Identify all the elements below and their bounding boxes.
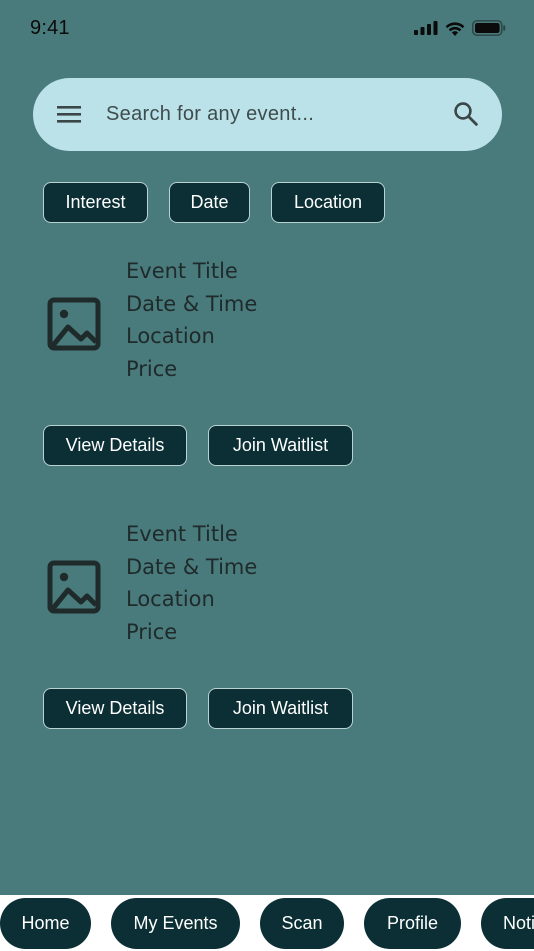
- nav-profile[interactable]: Profile: [364, 898, 461, 949]
- search-bar: [33, 78, 502, 151]
- event-price: Price: [126, 357, 178, 382]
- app-screen: 9:41 Search for any event... Interest Da…: [0, 0, 534, 951]
- event-price: Price: [126, 620, 178, 645]
- event-location: Location: [126, 324, 215, 349]
- image-icon: [47, 560, 101, 614]
- filter-date-button[interactable]: Date: [169, 182, 250, 223]
- join-waitlist-label: Join Waitlist: [232, 698, 329, 718]
- view-details-label: View Details: [65, 698, 165, 718]
- image-icon: [47, 297, 101, 351]
- nav-label: Scan: [281, 913, 323, 933]
- event-info: Event Title Date & Time Location Price: [126, 255, 257, 386]
- event-title: Event Title: [126, 259, 238, 283]
- nav-scan[interactable]: Scan: [260, 898, 344, 949]
- nav-label: Notifications: [503, 913, 534, 933]
- battery-icon: [472, 20, 506, 36]
- menu-icon[interactable]: [56, 103, 82, 125]
- nav-label: Home: [21, 913, 70, 933]
- view-details-button[interactable]: View Details: [43, 688, 187, 729]
- filter-interest-button[interactable]: Interest: [43, 182, 148, 223]
- join-waitlist-label: Join Waitlist: [232, 435, 329, 455]
- cellular-signal-icon: [414, 21, 438, 35]
- filter-location-button[interactable]: Location: [271, 182, 385, 223]
- event-datetime: Date & Time: [126, 554, 258, 579]
- filter-label: Interest: [65, 192, 126, 212]
- search-icon[interactable]: [453, 101, 479, 127]
- event-location: Location: [126, 587, 215, 612]
- wifi-icon: [445, 21, 465, 36]
- event-title: Event Title: [126, 522, 238, 546]
- nav-label: Profile: [386, 913, 439, 933]
- nav-my-events[interactable]: My Events: [111, 898, 240, 949]
- join-waitlist-button[interactable]: Join Waitlist: [208, 425, 353, 466]
- join-waitlist-button[interactable]: Join Waitlist: [208, 688, 353, 729]
- view-details-button[interactable]: View Details: [43, 425, 187, 466]
- search-input[interactable]: [106, 96, 436, 133]
- nav-home[interactable]: Home: [0, 898, 91, 949]
- bottom-nav: Home My Events Scan Profile Notification…: [0, 895, 534, 951]
- filter-label: Date: [190, 192, 229, 212]
- nav-label: My Events: [133, 913, 218, 933]
- status-time: 9:41: [30, 17, 70, 39]
- filter-label: Location: [293, 192, 363, 212]
- nav-notifications[interactable]: Notifications: [481, 898, 534, 949]
- view-details-label: View Details: [65, 435, 165, 455]
- event-info: Event Title Date & Time Location Price: [126, 518, 257, 649]
- status-icons: [414, 20, 506, 36]
- event-datetime: Date & Time: [126, 291, 258, 316]
- status-bar: 9:41: [0, 0, 534, 58]
